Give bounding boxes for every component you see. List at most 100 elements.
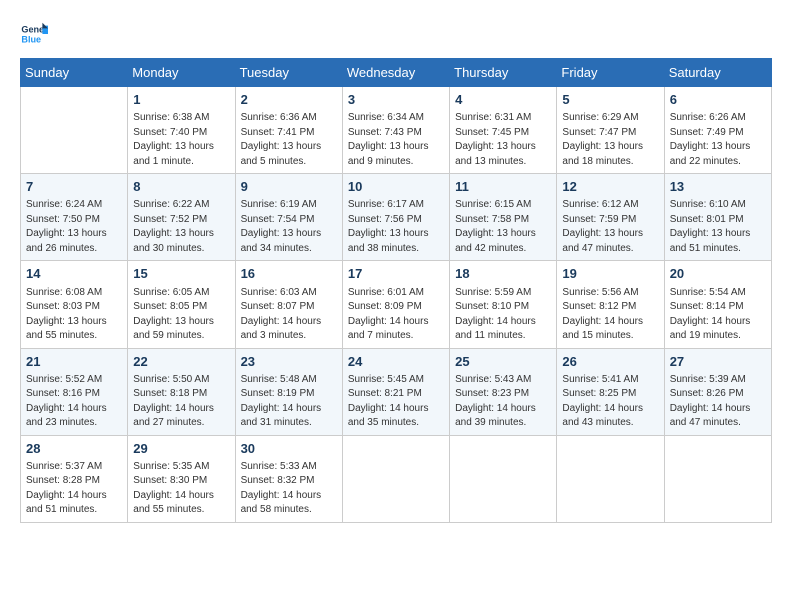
calendar-cell: 8 Sunrise: 6:22 AMSunset: 7:52 PMDaylight…: [128, 174, 235, 261]
day-info: Sunrise: 6:12 AMSunset: 7:59 PMDaylight:…: [562, 198, 658, 256]
header-day-wednesday: Wednesday: [342, 59, 449, 87]
day-info: Sunrise: 6:01 AMSunset: 8:09 PMDaylight:…: [348, 286, 444, 344]
calendar-cell: 18 Sunrise: 5:59 AMSunset: 8:10 PMDayligh…: [450, 261, 557, 348]
calendar-cell: 24 Sunrise: 5:45 AMSunset: 8:21 PMDayligh…: [342, 348, 449, 435]
day-number: 6: [670, 91, 766, 109]
header-day-friday: Friday: [557, 59, 664, 87]
day-number: 5: [562, 91, 658, 109]
calendar-cell: 27 Sunrise: 5:39 AMSunset: 8:26 PMDayligh…: [664, 348, 771, 435]
day-info: Sunrise: 5:39 AMSunset: 8:26 PMDaylight:…: [670, 373, 766, 431]
day-info: Sunrise: 6:34 AMSunset: 7:43 PMDaylight:…: [348, 111, 444, 169]
day-info: Sunrise: 6:36 AMSunset: 7:41 PMDaylight:…: [241, 111, 337, 169]
day-info: Sunrise: 5:33 AMSunset: 8:32 PMDaylight:…: [241, 460, 337, 518]
day-info: Sunrise: 6:38 AMSunset: 7:40 PMDaylight:…: [133, 111, 229, 169]
calendar-cell: 22 Sunrise: 5:50 AMSunset: 8:18 PMDayligh…: [128, 348, 235, 435]
calendar-cell: 5 Sunrise: 6:29 AMSunset: 7:47 PMDaylight…: [557, 87, 664, 174]
page-header: General Blue: [20, 20, 772, 48]
day-info: Sunrise: 6:31 AMSunset: 7:45 PMDaylight:…: [455, 111, 551, 169]
calendar-cell: 28 Sunrise: 5:37 AMSunset: 8:28 PMDayligh…: [21, 435, 128, 522]
day-info: Sunrise: 5:48 AMSunset: 8:19 PMDaylight:…: [241, 373, 337, 431]
day-number: 20: [670, 265, 766, 283]
calendar-cell: 13 Sunrise: 6:10 AMSunset: 8:01 PMDayligh…: [664, 174, 771, 261]
calendar-cell: 30 Sunrise: 5:33 AMSunset: 8:32 PMDayligh…: [235, 435, 342, 522]
header-day-saturday: Saturday: [664, 59, 771, 87]
calendar-cell: 25 Sunrise: 5:43 AMSunset: 8:23 PMDayligh…: [450, 348, 557, 435]
calendar-cell: [664, 435, 771, 522]
day-info: Sunrise: 5:54 AMSunset: 8:14 PMDaylight:…: [670, 286, 766, 344]
day-info: Sunrise: 5:41 AMSunset: 8:25 PMDaylight:…: [562, 373, 658, 431]
calendar-cell: [557, 435, 664, 522]
calendar-table: SundayMondayTuesdayWednesdayThursdayFrid…: [20, 58, 772, 523]
calendar-cell: 4 Sunrise: 6:31 AMSunset: 7:45 PMDaylight…: [450, 87, 557, 174]
day-info: Sunrise: 6:19 AMSunset: 7:54 PMDaylight:…: [241, 198, 337, 256]
week-row-5: 28 Sunrise: 5:37 AMSunset: 8:28 PMDayligh…: [21, 435, 772, 522]
calendar-cell: 2 Sunrise: 6:36 AMSunset: 7:41 PMDaylight…: [235, 87, 342, 174]
day-number: 17: [348, 265, 444, 283]
day-number: 30: [241, 440, 337, 458]
day-number: 23: [241, 353, 337, 371]
day-number: 4: [455, 91, 551, 109]
week-row-3: 14 Sunrise: 6:08 AMSunset: 8:03 PMDayligh…: [21, 261, 772, 348]
day-number: 11: [455, 178, 551, 196]
calendar-cell: 10 Sunrise: 6:17 AMSunset: 7:56 PMDayligh…: [342, 174, 449, 261]
calendar-cell: [450, 435, 557, 522]
day-info: Sunrise: 5:50 AMSunset: 8:18 PMDaylight:…: [133, 373, 229, 431]
calendar-cell: 14 Sunrise: 6:08 AMSunset: 8:03 PMDayligh…: [21, 261, 128, 348]
calendar-cell: [21, 87, 128, 174]
day-info: Sunrise: 6:03 AMSunset: 8:07 PMDaylight:…: [241, 286, 337, 344]
calendar-cell: 12 Sunrise: 6:12 AMSunset: 7:59 PMDayligh…: [557, 174, 664, 261]
day-info: Sunrise: 6:22 AMSunset: 7:52 PMDaylight:…: [133, 198, 229, 256]
day-number: 18: [455, 265, 551, 283]
calendar-cell: 23 Sunrise: 5:48 AMSunset: 8:19 PMDayligh…: [235, 348, 342, 435]
day-info: Sunrise: 6:10 AMSunset: 8:01 PMDaylight:…: [670, 198, 766, 256]
day-number: 21: [26, 353, 122, 371]
calendar-cell: 19 Sunrise: 5:56 AMSunset: 8:12 PMDayligh…: [557, 261, 664, 348]
calendar-cell: 26 Sunrise: 5:41 AMSunset: 8:25 PMDayligh…: [557, 348, 664, 435]
calendar-cell: 9 Sunrise: 6:19 AMSunset: 7:54 PMDaylight…: [235, 174, 342, 261]
week-row-4: 21Sunrise: 5:52 AMSunset: 8:16 PMDayligh…: [21, 348, 772, 435]
day-number: 27: [670, 353, 766, 371]
day-number: 13: [670, 178, 766, 196]
day-number: 19: [562, 265, 658, 283]
calendar-cell: 15Sunrise: 6:05 AMSunset: 8:05 PMDayligh…: [128, 261, 235, 348]
day-info: Sunrise: 5:59 AMSunset: 8:10 PMDaylight:…: [455, 286, 551, 344]
day-info: Sunrise: 5:45 AMSunset: 8:21 PMDaylight:…: [348, 373, 444, 431]
day-number: 25: [455, 353, 551, 371]
day-info: Sunrise: 6:08 AMSunset: 8:03 PMDaylight:…: [26, 286, 122, 344]
header-day-sunday: Sunday: [21, 59, 128, 87]
day-info: Sunrise: 5:43 AMSunset: 8:23 PMDaylight:…: [455, 373, 551, 431]
day-number: 26: [562, 353, 658, 371]
day-number: 28: [26, 440, 122, 458]
day-number: 12: [562, 178, 658, 196]
day-info: Sunrise: 6:17 AMSunset: 7:56 PMDaylight:…: [348, 198, 444, 256]
header-row: SundayMondayTuesdayWednesdayThursdayFrid…: [21, 59, 772, 87]
day-info: Sunrise: 6:29 AMSunset: 7:47 PMDaylight:…: [562, 111, 658, 169]
calendar-cell: [342, 435, 449, 522]
day-number: 16: [241, 265, 337, 283]
day-info: Sunrise: 6:05 AMSunset: 8:05 PMDaylight:…: [133, 286, 229, 344]
svg-text:Blue: Blue: [21, 34, 41, 44]
logo-icon: General Blue: [20, 20, 48, 48]
day-number: 9: [241, 178, 337, 196]
day-number: 7: [26, 178, 122, 196]
day-number: 22: [133, 353, 229, 371]
day-info: Sunrise: 5:56 AMSunset: 8:12 PMDaylight:…: [562, 286, 658, 344]
day-number: 8: [133, 178, 229, 196]
day-number: 3: [348, 91, 444, 109]
calendar-cell: 20 Sunrise: 5:54 AMSunset: 8:14 PMDayligh…: [664, 261, 771, 348]
calendar-cell: 7 Sunrise: 6:24 AMSunset: 7:50 PMDaylight…: [21, 174, 128, 261]
day-number: 2: [241, 91, 337, 109]
calendar-cell: 11 Sunrise: 6:15 AMSunset: 7:58 PMDayligh…: [450, 174, 557, 261]
calendar-cell: 29Sunrise: 5:35 AMSunset: 8:30 PMDayligh…: [128, 435, 235, 522]
day-info: Sunrise: 6:24 AMSunset: 7:50 PMDaylight:…: [26, 198, 122, 256]
day-number: 1: [133, 91, 229, 109]
calendar-cell: 1 Sunrise: 6:38 AMSunset: 7:40 PMDaylight…: [128, 87, 235, 174]
day-info: Sunrise: 5:35 AMSunset: 8:30 PMDaylight:…: [133, 460, 229, 518]
day-number: 14: [26, 265, 122, 283]
day-info: Sunrise: 6:15 AMSunset: 7:58 PMDaylight:…: [455, 198, 551, 256]
calendar-cell: 17 Sunrise: 6:01 AMSunset: 8:09 PMDayligh…: [342, 261, 449, 348]
header-day-monday: Monday: [128, 59, 235, 87]
day-info: Sunrise: 5:37 AMSunset: 8:28 PMDaylight:…: [26, 460, 122, 518]
day-number: 10: [348, 178, 444, 196]
day-number: 24: [348, 353, 444, 371]
